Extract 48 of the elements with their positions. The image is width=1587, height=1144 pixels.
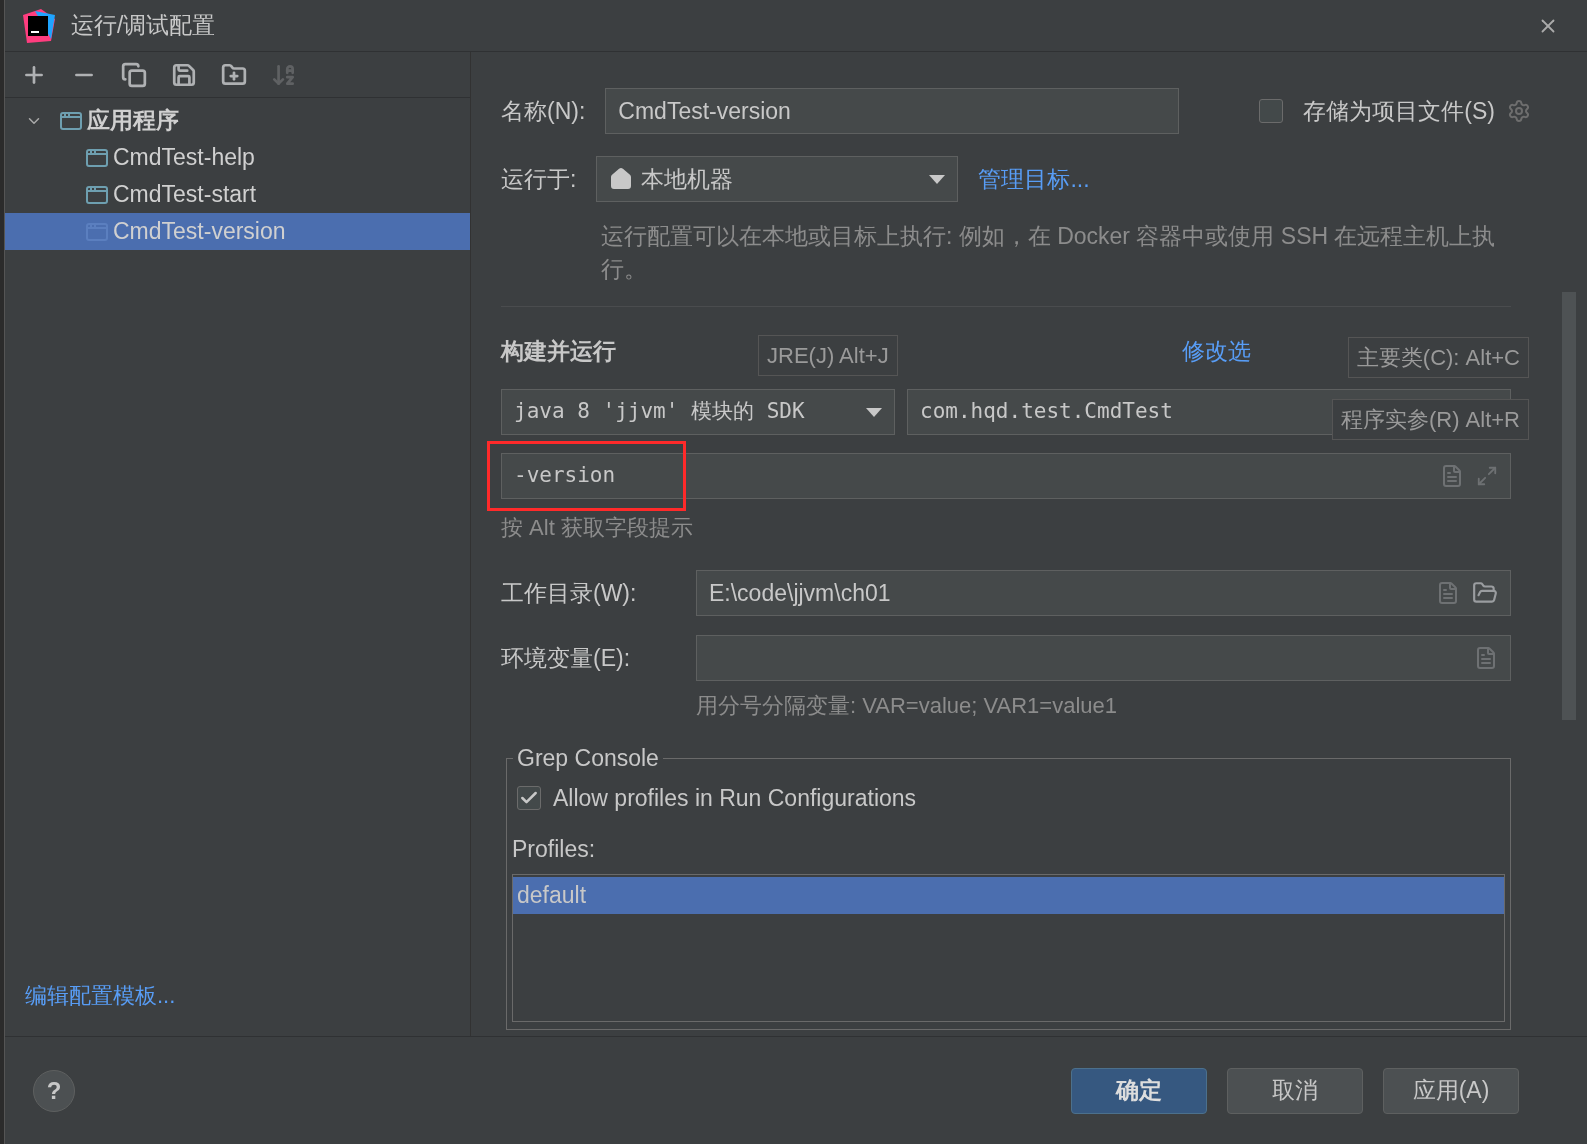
jre-dropdown[interactable]: java 8 'jjvm' 模块的 SDK bbox=[501, 389, 895, 435]
tree-item[interactable]: CmdTest-start bbox=[5, 176, 470, 213]
checkbox[interactable] bbox=[1259, 99, 1284, 123]
checkbox[interactable] bbox=[517, 786, 541, 811]
shortcut-tooltip: JRE(J) Alt+J bbox=[758, 335, 898, 376]
run-on-dropdown[interactable]: 本地机器 bbox=[596, 156, 959, 202]
checkbox-label: Allow profiles in Run Configurations bbox=[553, 784, 917, 813]
dropdown-caret-icon bbox=[929, 174, 946, 184]
edit-templates-link[interactable]: 编辑配置模板... bbox=[25, 983, 176, 1008]
app-logo-icon bbox=[21, 8, 55, 43]
dialog-button[interactable]: 取消 bbox=[1227, 1067, 1363, 1114]
save-icon[interactable] bbox=[171, 61, 197, 88]
run-on-hint: 运行配置可以在本地或目标上执行: 例如，在 Docker 容器中或使用 SSH 在远程主机上执行。 bbox=[601, 222, 1497, 284]
dropdown-caret-icon bbox=[866, 407, 882, 417]
tree-item[interactable]: CmdTest-help bbox=[5, 139, 470, 176]
shortcut-tooltip: 主要类(C): Alt+C bbox=[1347, 337, 1529, 378]
ok-button[interactable]: 确定 bbox=[1071, 1067, 1207, 1114]
home-icon bbox=[609, 167, 634, 191]
profiles-label: Profiles: bbox=[512, 834, 597, 864]
folder-icon[interactable] bbox=[1472, 580, 1498, 606]
section-title: 构建并运行 bbox=[501, 336, 616, 366]
window-title: 运行/调试配置 bbox=[71, 11, 217, 41]
field-hint: 按 Alt 获取字段提示 bbox=[501, 514, 694, 542]
program-arguments-field[interactable]: -version bbox=[501, 453, 1511, 499]
document-icon[interactable] bbox=[1436, 581, 1460, 605]
working-directory-label: 工作目录(W): bbox=[501, 578, 638, 608]
name-label: 名称(N): bbox=[501, 96, 586, 126]
list-item[interactable]: default bbox=[513, 877, 1504, 914]
run-on-label: 运行于: bbox=[501, 164, 577, 194]
shortcut-tooltip: 程序实参(R) Alt+R bbox=[1331, 399, 1529, 440]
new-folder-icon[interactable] bbox=[221, 61, 247, 88]
modify-options-link[interactable]: 修改选 bbox=[1182, 333, 1251, 369]
working-directory-field[interactable]: E:\code\jjvm\ch01 bbox=[696, 570, 1511, 616]
tree-item[interactable]: 应用程序 bbox=[5, 102, 470, 139]
tree-item[interactable]: CmdTest-version bbox=[5, 213, 470, 250]
environment-variables-field[interactable] bbox=[696, 635, 1511, 681]
settings-icon[interactable] bbox=[1507, 99, 1531, 123]
copy-icon[interactable] bbox=[121, 61, 147, 88]
name-field[interactable]: CmdTest-version bbox=[605, 88, 1180, 134]
environment-variables-label: 环境变量(E): bbox=[501, 643, 632, 673]
manage-targets-link[interactable]: 管理目标... bbox=[978, 161, 1090, 197]
document-icon[interactable] bbox=[1474, 646, 1498, 670]
checkbox-label: 存储为项目文件(S) bbox=[1303, 96, 1495, 126]
document-icon[interactable] bbox=[1440, 464, 1464, 488]
dialog-button[interactable]: 应用(A) bbox=[1383, 1067, 1519, 1114]
help-button[interactable]: ? bbox=[33, 1069, 75, 1112]
expand-icon[interactable] bbox=[1476, 465, 1498, 487]
environment-variables-hint: 用分号分隔变量: VAR=value; VAR1=value1 bbox=[696, 692, 1118, 720]
